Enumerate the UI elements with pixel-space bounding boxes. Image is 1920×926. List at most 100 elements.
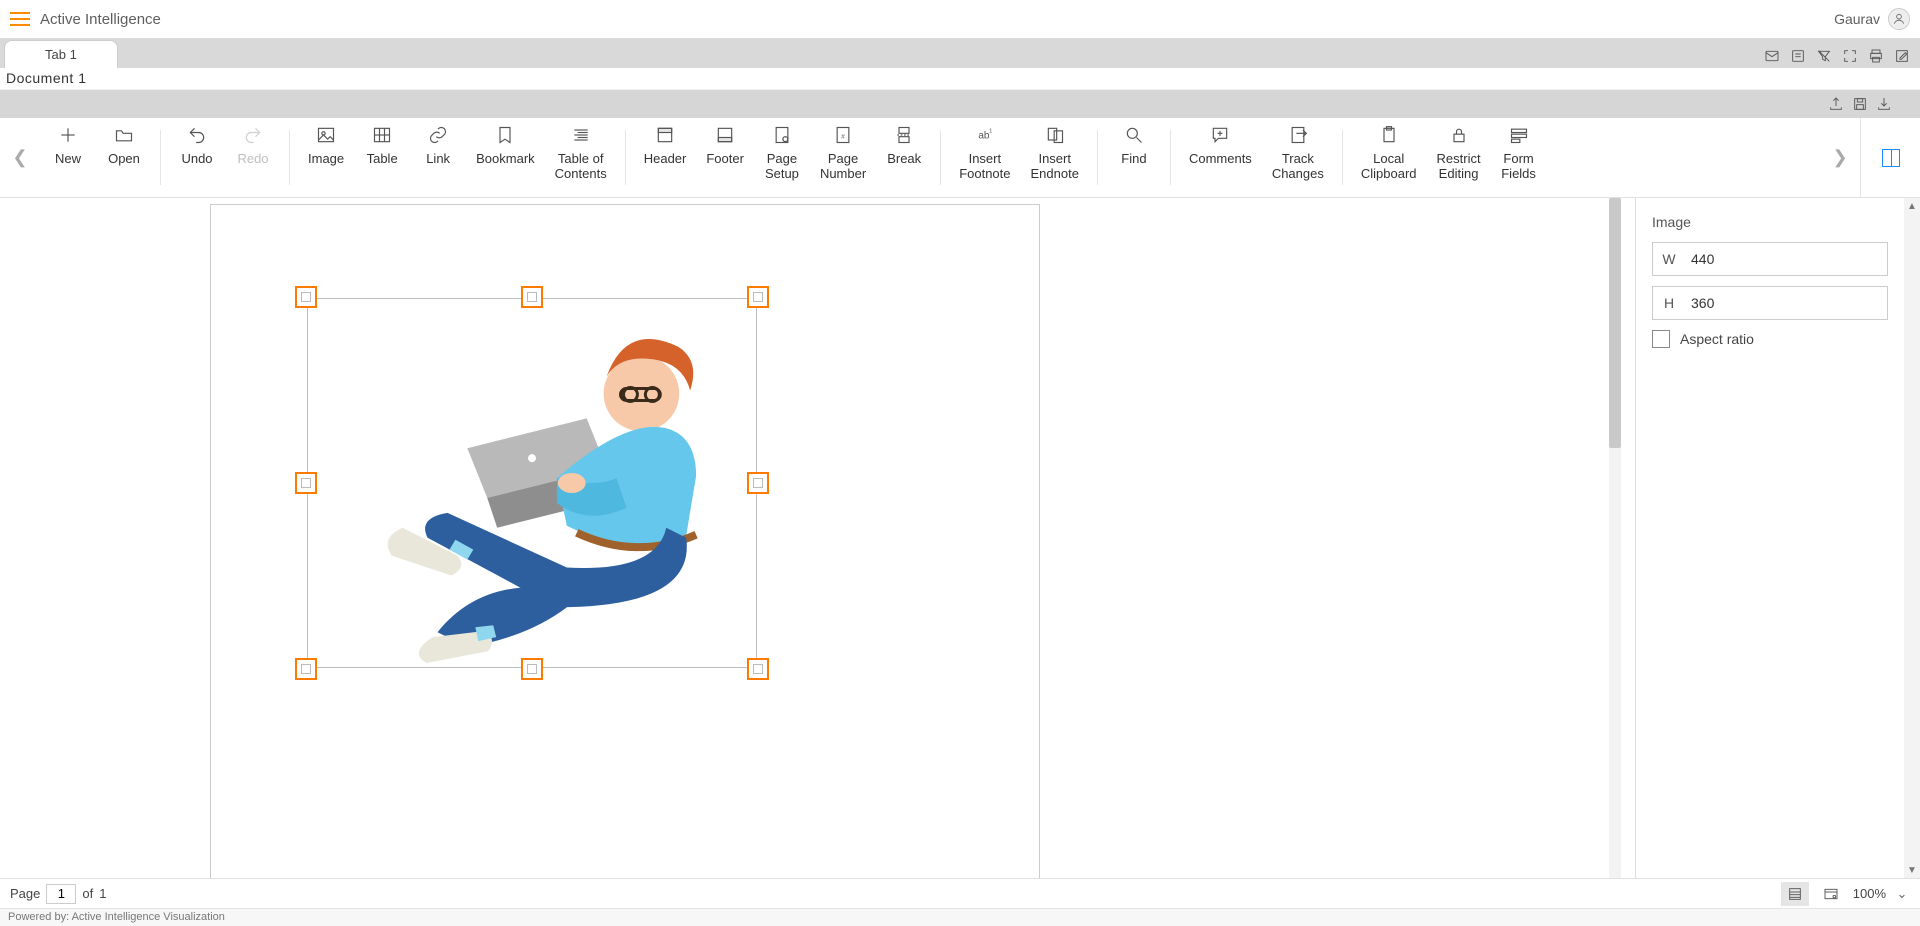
download-icon[interactable] (1876, 96, 1892, 112)
track-changes-label: Track Changes (1272, 152, 1324, 182)
resize-handle-ml[interactable] (295, 472, 317, 494)
new-icon (57, 124, 79, 146)
header-button[interactable]: Header (634, 118, 697, 197)
insert-endnote-icon (1044, 124, 1066, 146)
edit-icon[interactable] (1894, 48, 1910, 64)
toc-icon (570, 124, 592, 146)
resize-handle-tm[interactable] (521, 286, 543, 308)
insert-footnote-label: Insert Footnote (959, 152, 1010, 182)
notes-icon[interactable] (1790, 48, 1806, 64)
outer-vertical-scrollbar[interactable]: ▲ ▼ (1904, 198, 1920, 878)
image-icon (315, 124, 337, 146)
ribbon-separator (1170, 130, 1171, 185)
local-clipboard-button[interactable]: Local Clipboard (1351, 118, 1427, 197)
resize-handle-br[interactable] (747, 658, 769, 680)
footer: Powered by: Active Intelligence Visualiz… (0, 908, 1920, 926)
workspace: ▲ ▼ Image W H Aspect ratio ▲ ▼ (0, 198, 1920, 878)
save-icon[interactable] (1852, 96, 1868, 112)
user-avatar-icon[interactable] (1888, 8, 1910, 30)
side-panel-toggle[interactable] (1860, 118, 1920, 197)
footer-label: Footer (706, 152, 744, 167)
canvas-vertical-scrollbar[interactable]: ▲ ▼ (1609, 198, 1621, 878)
restrict-editing-button[interactable]: Restrict Editing (1427, 118, 1491, 197)
undo-label: Undo (181, 152, 212, 167)
insert-endnote-button[interactable]: Insert Endnote (1021, 118, 1089, 197)
image-width-input[interactable] (1685, 243, 1887, 275)
footer-text: Powered by: Active Intelligence Visualiz… (8, 911, 225, 923)
undo-icon (186, 124, 208, 146)
ribbon-separator (940, 130, 941, 185)
footer-icon (714, 124, 736, 146)
form-fields-button[interactable]: Form Fields (1491, 118, 1547, 197)
page-number-button[interactable]: #Page Number (810, 118, 876, 197)
svg-text:ab: ab (978, 130, 990, 141)
break-label: Break (887, 152, 921, 167)
page-setup-button[interactable]: Page Setup (754, 118, 810, 197)
outer-scroll-down-icon[interactable]: ▼ (1904, 862, 1920, 878)
selected-image[interactable] (307, 298, 757, 668)
zoom-value[interactable]: 100% (1853, 886, 1886, 901)
image-button[interactable]: Image (298, 118, 354, 197)
comments-icon (1209, 124, 1231, 146)
resize-handle-tl[interactable] (295, 286, 317, 308)
fullscreen-icon[interactable] (1842, 48, 1858, 64)
image-height-input[interactable] (1685, 287, 1887, 319)
comments-label: Comments (1189, 152, 1252, 167)
document-title: Document 1 (6, 70, 86, 86)
image-width-field[interactable]: W (1652, 242, 1888, 276)
status-page-current-input[interactable] (46, 884, 76, 904)
tab-1[interactable]: Tab 1 (4, 40, 118, 68)
table-button[interactable]: Table (354, 118, 410, 197)
menu-hamburger-icon[interactable] (10, 12, 30, 26)
status-page-total: 1 (99, 886, 106, 901)
page-setup-label: Page Setup (765, 152, 799, 182)
track-changes-button[interactable]: Track Changes (1262, 118, 1334, 197)
mail-icon[interactable] (1764, 48, 1780, 64)
link-label: Link (426, 152, 450, 167)
open-button[interactable]: Open (96, 118, 152, 197)
break-button[interactable]: Break (876, 118, 932, 197)
undo-button[interactable]: Undo (169, 118, 225, 197)
side-panel-image: Image W H Aspect ratio (1636, 198, 1904, 878)
resize-handle-mr[interactable] (747, 472, 769, 494)
print-icon[interactable] (1868, 48, 1884, 64)
view-web-layout-icon[interactable] (1817, 882, 1845, 906)
resize-handle-bl[interactable] (295, 658, 317, 680)
insert-footnote-button[interactable]: ab1Insert Footnote (949, 118, 1020, 197)
filter-off-icon[interactable] (1816, 48, 1832, 64)
ribbon-separator (289, 130, 290, 185)
open-label: Open (108, 152, 140, 167)
svg-text:#: # (841, 133, 845, 140)
image-height-field[interactable]: H (1652, 286, 1888, 320)
find-button[interactable]: Find (1106, 118, 1162, 197)
canvas-area[interactable]: ▲ ▼ (0, 198, 1636, 878)
checkbox-box-icon[interactable] (1652, 330, 1670, 348)
bookmark-button[interactable]: Bookmark (466, 118, 545, 197)
aspect-ratio-checkbox[interactable]: Aspect ratio (1652, 330, 1888, 348)
new-button[interactable]: New (40, 118, 96, 197)
upload-icon[interactable] (1828, 96, 1844, 112)
comments-button[interactable]: Comments (1179, 118, 1262, 197)
ribbon-scroll-left[interactable]: ❮ (0, 118, 40, 197)
ribbon-scroll-right[interactable]: ❯ (1820, 118, 1860, 197)
outer-scroll-up-icon[interactable]: ▲ (1904, 198, 1920, 214)
resize-handle-tr[interactable] (747, 286, 769, 308)
restrict-editing-label: Restrict Editing (1437, 152, 1481, 182)
ribbon-separator (1097, 130, 1098, 185)
status-page-sep: of (82, 886, 93, 901)
view-page-layout-icon[interactable] (1781, 882, 1809, 906)
scroll-thumb[interactable] (1609, 198, 1621, 448)
image-label: Image (308, 152, 344, 167)
resize-handle-bm[interactable] (521, 658, 543, 680)
image-illustration (308, 299, 756, 667)
status-page-word: Page (10, 886, 40, 901)
restrict-editing-icon (1448, 124, 1470, 146)
aspect-ratio-label: Aspect ratio (1680, 331, 1754, 347)
bookmark-icon (494, 124, 516, 146)
local-clipboard-icon (1378, 124, 1400, 146)
width-label: W (1653, 251, 1685, 267)
toc-button[interactable]: Table of Contents (545, 118, 617, 197)
footer-button[interactable]: Footer (696, 118, 754, 197)
zoom-dropdown-icon[interactable]: ⌄ (1894, 886, 1910, 902)
link-button[interactable]: Link (410, 118, 466, 197)
